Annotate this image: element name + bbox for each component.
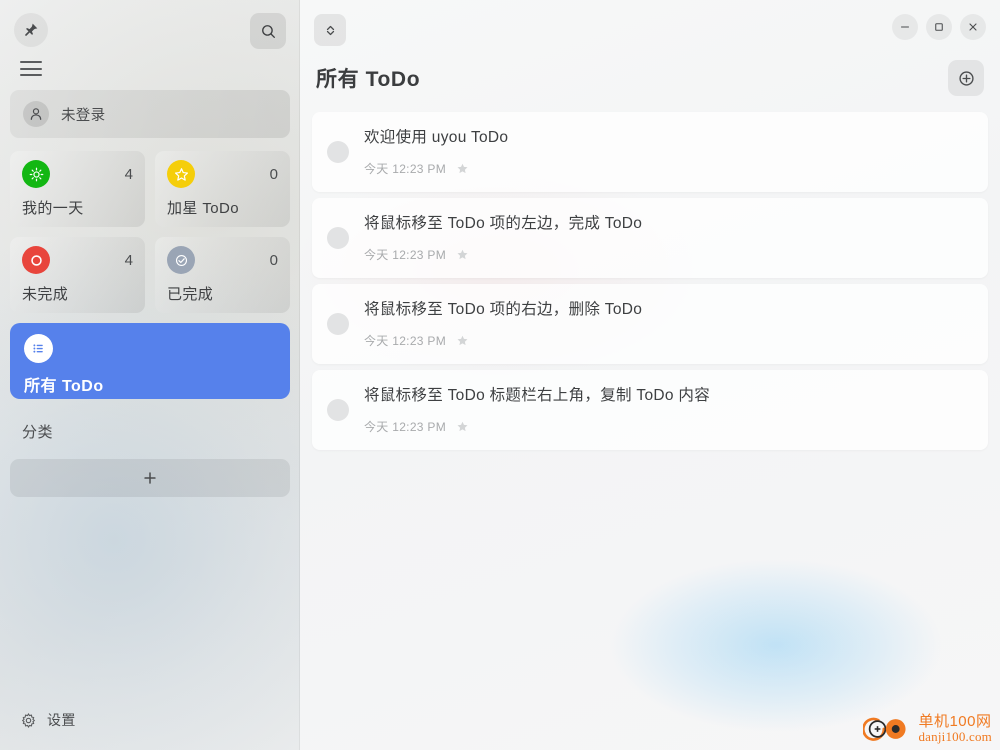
- card-count: 0: [269, 165, 278, 183]
- todo-time: 今天 12:23 PM: [364, 420, 446, 435]
- card-header: 4: [22, 246, 133, 274]
- star-icon[interactable]: [456, 334, 469, 347]
- card-count: 4: [124, 165, 133, 183]
- todo-meta: 今天 12:23 PM: [364, 246, 972, 263]
- card-header: 0: [167, 246, 278, 274]
- minimize-icon: [900, 26, 910, 28]
- page-header: 所有 ToDo: [300, 56, 1000, 100]
- app-window: 未登录 4 我的一天 0 加星 ToDo 4 未完成 0 已完成 所有 ToDo…: [0, 0, 1000, 750]
- avatar: [23, 101, 49, 127]
- todo-meta: 今天 12:23 PM: [364, 332, 972, 349]
- sidebar-item-label: 所有 ToDo: [24, 378, 104, 395]
- todo-checkbox[interactable]: [327, 313, 349, 335]
- todo-list: 欢迎使用 uyou ToDo 今天 12:23 PM 将鼠标移至 ToDo 项的…: [312, 112, 988, 450]
- todo-text: 将鼠标移至 ToDo 项的右边，删除 ToDo: [364, 300, 643, 318]
- category-card-grid: 4 我的一天 0 加星 ToDo 4 未完成 0 已完成: [10, 151, 290, 313]
- add-category-button[interactable]: [10, 459, 290, 497]
- close-icon: [969, 23, 977, 31]
- user-avatar-icon: [30, 108, 42, 120]
- todo-item[interactable]: 将鼠标移至 ToDo 项的右边，删除 ToDo 今天 12:23 PM: [312, 284, 988, 364]
- circle-icon: [22, 246, 50, 274]
- sort-button[interactable]: [314, 14, 346, 46]
- hamburger-line: [20, 61, 42, 63]
- sun-icon: [22, 160, 50, 188]
- search-button[interactable]: [250, 13, 286, 49]
- hamburger-line: [20, 67, 42, 70]
- card-my-day[interactable]: 4 我的一天: [10, 151, 145, 227]
- todo-text: 将鼠标移至 ToDo 标题栏右上角，复制 ToDo 内容: [364, 386, 710, 404]
- gear-icon: [22, 712, 35, 728]
- list-icon: [24, 334, 53, 363]
- sidebar-item-all-todo[interactable]: 所有 ToDo: [10, 323, 290, 399]
- pin-button[interactable]: [14, 13, 48, 47]
- hamburger-line: [20, 74, 42, 76]
- star-icon: [167, 160, 195, 188]
- todo-item[interactable]: 欢迎使用 uyou ToDo 今天 12:23 PM: [312, 112, 988, 192]
- card-label: 我的一天: [22, 200, 84, 217]
- plus-circle-icon: [958, 70, 974, 86]
- card-finished[interactable]: 0 已完成: [155, 237, 290, 313]
- main-panel: 所有 ToDo 欢迎使用 uyou ToDo 今天 12:23 PM 将鼠标移至…: [300, 0, 1000, 750]
- watermark-en: danji100.com: [918, 729, 992, 745]
- card-unfinished[interactable]: 4 未完成: [10, 237, 145, 313]
- search-icon: [261, 24, 275, 38]
- user-name-label: 未登录: [61, 107, 106, 124]
- window-controls: [892, 14, 986, 40]
- watermark-logo-icon: [863, 717, 907, 741]
- category-section-title: 分类: [22, 424, 54, 441]
- sidebar: 未登录 4 我的一天 0 加星 ToDo 4 未完成 0 已完成 所有 ToDo…: [0, 0, 300, 750]
- pin-icon: [25, 23, 38, 36]
- sidebar-top-bar: [0, 0, 300, 49]
- todo-checkbox[interactable]: [327, 141, 349, 163]
- sort-updown-icon: [326, 25, 334, 35]
- card-label: 未完成: [22, 286, 69, 303]
- card-starred-todo[interactable]: 0 加星 ToDo: [155, 151, 290, 227]
- close-button[interactable]: [960, 14, 986, 40]
- card-header: 4: [22, 160, 133, 188]
- card-header: 0: [167, 160, 278, 188]
- todo-meta: 今天 12:23 PM: [364, 160, 972, 177]
- watermark-cn: 单机100网: [918, 713, 992, 731]
- minimize-button[interactable]: [892, 14, 918, 40]
- todo-item[interactable]: 将鼠标移至 ToDo 标题栏右上角，复制 ToDo 内容 今天 12:23 PM: [312, 370, 988, 450]
- settings-label: 设置: [47, 712, 76, 728]
- star-icon[interactable]: [456, 248, 469, 261]
- user-login-row[interactable]: 未登录: [10, 90, 290, 138]
- add-todo-button[interactable]: [948, 60, 984, 96]
- plus-icon: [144, 472, 156, 484]
- todo-checkbox[interactable]: [327, 399, 349, 421]
- star-icon[interactable]: [456, 162, 469, 175]
- star-icon[interactable]: [456, 420, 469, 433]
- page-title: 所有 ToDo: [316, 68, 421, 91]
- settings-button[interactable]: 设置: [0, 710, 76, 730]
- todo-text: 将鼠标移至 ToDo 项的左边，完成 ToDo: [364, 214, 643, 232]
- watermark: 单机100网 danji100.com: [863, 714, 992, 744]
- menu-button[interactable]: [20, 61, 42, 76]
- card-label: 加星 ToDo: [167, 200, 239, 217]
- todo-time: 今天 12:23 PM: [364, 162, 446, 177]
- main-top-bar: [300, 0, 1000, 56]
- todo-item[interactable]: 将鼠标移至 ToDo 项的左边，完成 ToDo 今天 12:23 PM: [312, 198, 988, 278]
- watermark-text: 单机100网 danji100.com: [918, 714, 992, 743]
- todo-time: 今天 12:23 PM: [364, 334, 446, 349]
- card-label: 已完成: [167, 286, 214, 303]
- todo-checkbox[interactable]: [327, 227, 349, 249]
- todo-text: 欢迎使用 uyou ToDo: [364, 128, 509, 146]
- todo-time: 今天 12:23 PM: [364, 248, 446, 263]
- card-count: 0: [269, 251, 278, 269]
- maximize-icon: [935, 23, 943, 31]
- card-count: 4: [124, 251, 133, 269]
- maximize-button[interactable]: [926, 14, 952, 40]
- todo-meta: 今天 12:23 PM: [364, 418, 972, 435]
- check-circle-icon: [167, 246, 195, 274]
